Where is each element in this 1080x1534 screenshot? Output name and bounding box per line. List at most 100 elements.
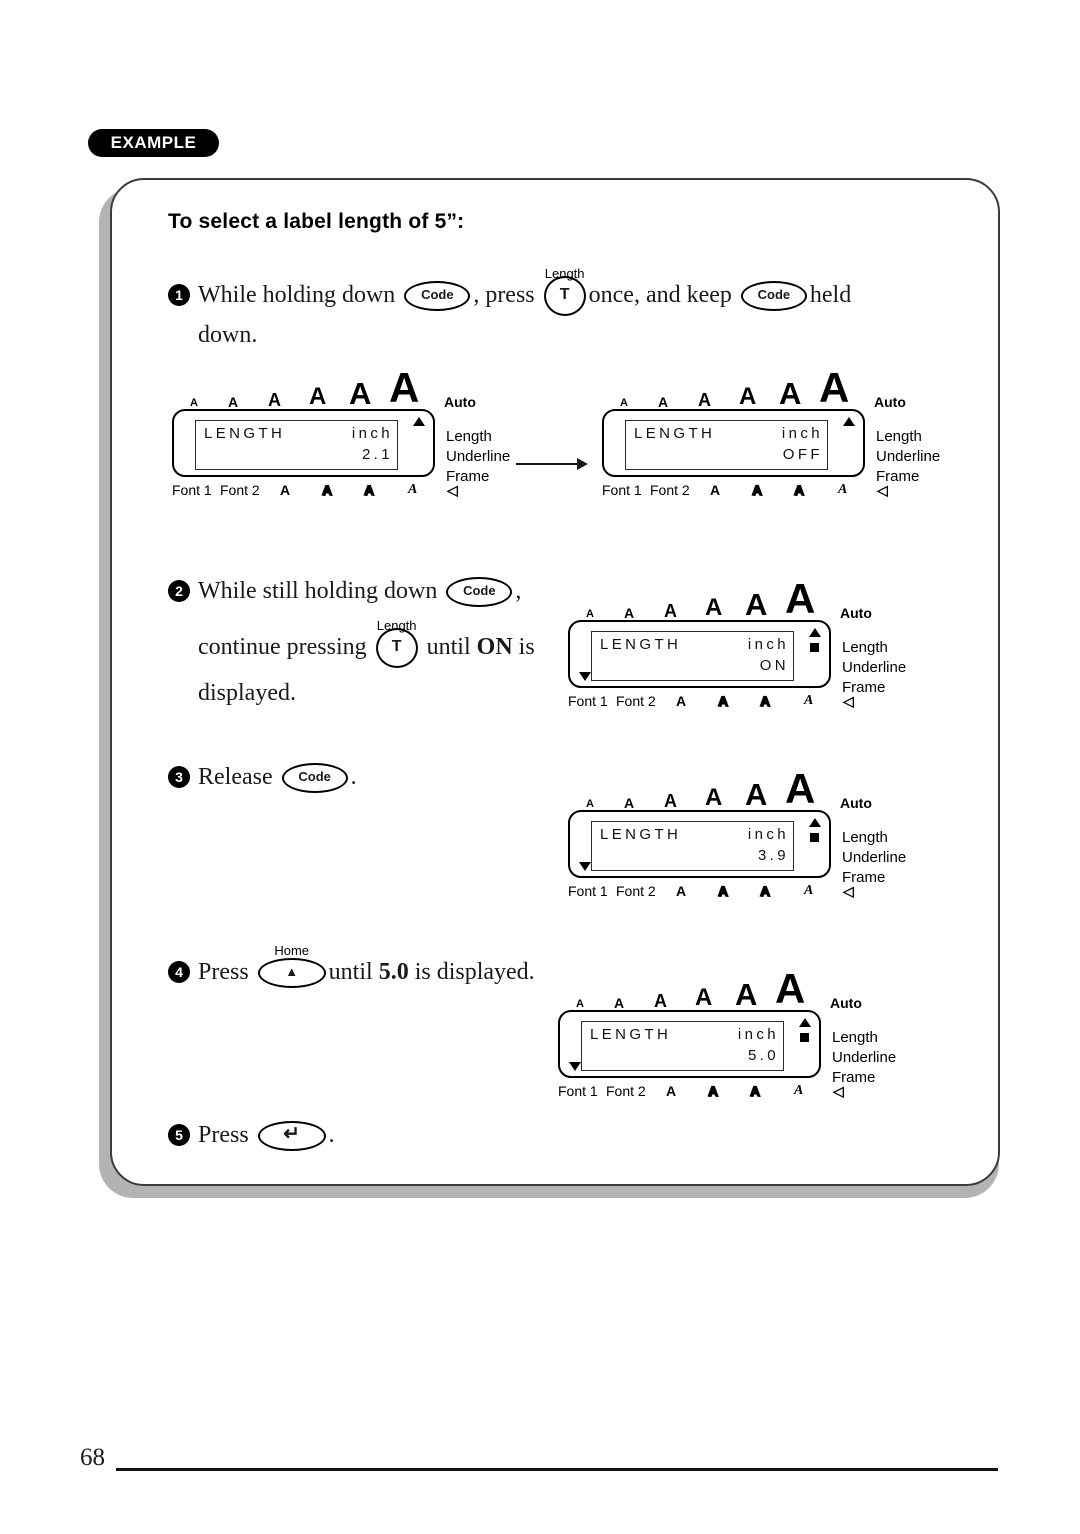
up-triangle-icon xyxy=(809,818,821,827)
code-key[interactable]: Code xyxy=(281,763,348,794)
code-key[interactable]: Code xyxy=(740,281,807,312)
font-1-label: Font 1 xyxy=(602,482,642,498)
style-outline-icon: A xyxy=(751,481,763,498)
return-key[interactable]: ↵ xyxy=(257,1121,326,1152)
style-frame-icon: ◁ xyxy=(833,1083,844,1099)
length-active-marker-icon xyxy=(810,833,819,842)
size-mark-3: A xyxy=(698,390,711,410)
style-outline-icon: A xyxy=(717,692,729,709)
style-outline-icon: A xyxy=(321,481,333,498)
step-3: 3 Release Code. xyxy=(168,758,357,796)
lcd-font-indicator-row: Font 1 Font 2 A A A A ◁ xyxy=(568,880,854,906)
size-mark-2: A xyxy=(624,605,635,621)
size-mark-1: A xyxy=(620,397,628,409)
side-label-underline: Underline xyxy=(876,448,941,465)
lcd-size-indicator-row: A A A A A A Auto xyxy=(562,968,862,1012)
lcd-value: ON xyxy=(759,657,789,674)
code-key[interactable]: Code xyxy=(404,281,471,312)
side-label-underline: Underline xyxy=(842,849,907,866)
lcd-line1-right: inch xyxy=(781,425,823,442)
step-2-line2a: continue pressing xyxy=(198,634,367,660)
lcd-value: OFF xyxy=(782,446,823,463)
style-frame-icon: ◁ xyxy=(877,482,888,498)
size-mark-5: A xyxy=(745,777,768,812)
lcd-font-indicator-row: Font 1 Font 2 A A A A ◁ xyxy=(558,1080,844,1106)
style-shadow-icon: A xyxy=(759,882,771,899)
up-arrow-icon: ▲ xyxy=(285,964,299,980)
lcd-step3: A A A A A A Auto LENGTH inch 3.9 Length … xyxy=(568,768,906,906)
length-t-key[interactable]: Length T xyxy=(375,618,418,669)
size-mark-1: A xyxy=(586,608,594,620)
style-italic-icon: A xyxy=(804,883,814,898)
size-mark-5: A xyxy=(779,376,802,411)
lcd-size-indicator-row: A A A A A A Auto xyxy=(176,367,476,410)
size-mark-2: A xyxy=(658,394,669,410)
length-keytop-label: Length xyxy=(376,618,417,634)
lcd-screen: LENGTH inch ON xyxy=(591,631,794,681)
flow-arrow-icon xyxy=(516,458,588,470)
size-mark-6: A xyxy=(775,965,806,1012)
auto-label: Auto xyxy=(840,795,872,811)
lcd-font-indicator-row: Font 1 Font 2 A A A A ◁ xyxy=(172,479,458,505)
page-title: To select a label length of 5”: xyxy=(168,210,465,233)
side-label-underline: Underline xyxy=(842,659,907,676)
style-bold-icon: A xyxy=(666,1083,677,1099)
lcd-value: 2.1 xyxy=(361,446,393,463)
step-5-text-b: . xyxy=(328,1122,335,1148)
lcd-side-labels: Length Underline Frame xyxy=(446,427,510,487)
lcd-screen: LENGTH inch OFF xyxy=(625,420,828,470)
side-label-length: Length xyxy=(446,428,492,445)
auto-label: Auto xyxy=(840,605,872,621)
step-number: 5 xyxy=(168,1124,190,1146)
size-mark-4: A xyxy=(695,984,713,1011)
style-italic-icon: A xyxy=(408,482,418,497)
length-t-key[interactable]: Length T xyxy=(543,266,586,317)
size-mark-6: A xyxy=(389,364,420,411)
style-frame-icon: ◁ xyxy=(843,883,854,899)
lcd-side-labels: Length Underline Frame xyxy=(842,828,906,888)
step-4-text-b: until xyxy=(328,959,373,985)
step-1-line2: down. xyxy=(198,322,258,349)
style-italic-icon: A xyxy=(838,482,848,497)
up-triangle-icon xyxy=(809,628,821,637)
size-mark-5: A xyxy=(735,977,758,1012)
size-mark-3: A xyxy=(654,991,667,1011)
side-label-length: Length xyxy=(842,639,888,656)
lcd-body: LENGTH inch OFF Length Underline Frame xyxy=(602,409,940,485)
step-2-on-emphasis: ON xyxy=(476,634,513,660)
lcd-value: 3.9 xyxy=(757,847,789,864)
step-4-value-emphasis: 5.0 xyxy=(378,959,409,985)
down-triangle-icon xyxy=(569,1062,581,1071)
style-bold-icon: A xyxy=(676,883,687,899)
size-mark-4: A xyxy=(705,784,723,811)
lcd-step1-after: A A A A A A Auto LENGTH inch OFF Length … xyxy=(602,367,940,505)
size-mark-6: A xyxy=(785,575,816,622)
step-number: 1 xyxy=(168,284,190,306)
style-italic-icon: A xyxy=(794,1083,804,1098)
step-4-text-a: Press xyxy=(198,959,249,985)
size-mark-2: A xyxy=(228,394,239,410)
side-label-length: Length xyxy=(832,1029,878,1046)
lcd-line1-right: inch xyxy=(737,1026,779,1043)
size-mark-5: A xyxy=(745,587,768,622)
lcd-step1-before: A A A A A A Auto LENGTH inch 2.1 Length … xyxy=(172,367,510,505)
size-mark-6: A xyxy=(819,364,850,411)
step-number: 2 xyxy=(168,580,190,602)
style-outline-icon: A xyxy=(717,882,729,899)
style-shadow-icon: A xyxy=(363,481,375,498)
size-mark-1: A xyxy=(576,998,584,1010)
lcd-line1-left: LENGTH xyxy=(590,1026,672,1043)
step-number: 3 xyxy=(168,766,190,788)
step-2-line3: displayed. xyxy=(198,680,296,706)
style-bold-icon: A xyxy=(710,482,721,498)
step-1-text-d: held xyxy=(809,282,852,308)
size-mark-1: A xyxy=(190,397,198,409)
size-mark-2: A xyxy=(614,995,625,1011)
code-key[interactable]: Code xyxy=(446,577,513,608)
home-up-key[interactable]: Home ▲ xyxy=(257,943,326,989)
length-keytop-label: Length xyxy=(544,266,585,282)
size-mark-4: A xyxy=(705,594,723,621)
font-1-label: Font 1 xyxy=(568,693,608,709)
step-1-text-b: , press xyxy=(473,282,535,308)
page-number: 68 xyxy=(80,1444,105,1471)
